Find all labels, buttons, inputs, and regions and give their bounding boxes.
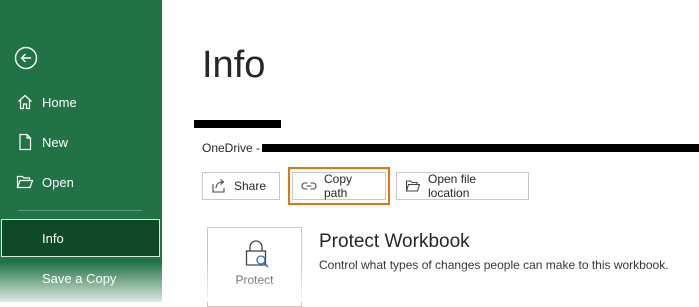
- open-file-location-button-label: Open file location: [428, 172, 477, 200]
- sidebar-item-info[interactable]: Info: [1, 219, 160, 257]
- sidebar-item-new[interactable]: New: [0, 123, 162, 161]
- sidebar-item-label: Info: [42, 230, 64, 246]
- sidebar-item-label: Home: [42, 94, 77, 110]
- redaction-bar: [194, 120, 281, 128]
- backstage-sidebar: Home New Open Info Save a Copy: [0, 0, 162, 302]
- highlight-box: [288, 167, 390, 205]
- sidebar-item-home[interactable]: Home: [0, 83, 162, 121]
- sidebar-item-label: Open: [42, 174, 74, 190]
- sidebar-item-save-a-copy[interactable]: Save a Copy: [0, 259, 162, 297]
- share-button-label: Share: [234, 179, 267, 193]
- sidebar-item-label: Save a Copy: [42, 270, 117, 286]
- redaction-bar: [262, 144, 699, 152]
- open-file-location-button[interactable]: Open file location: [396, 172, 529, 200]
- new-file-icon: [16, 133, 34, 151]
- protect-button-label: Protect: [235, 273, 274, 287]
- folder-open-icon: [405, 178, 421, 194]
- protect-workbook-heading: Protect Workbook: [319, 231, 470, 252]
- home-icon: [16, 93, 34, 111]
- back-arrow-icon[interactable]: [14, 46, 38, 70]
- protect-workbook-button[interactable]: Protect: [207, 227, 302, 307]
- page-title: Info: [202, 44, 266, 86]
- protect-workbook-description: Control what types of changes people can…: [319, 258, 669, 272]
- file-location: OneDrive -: [202, 141, 261, 155]
- lock-magnifier-icon: [241, 238, 271, 268]
- share-icon: [211, 178, 227, 194]
- share-button[interactable]: Share: [202, 172, 280, 200]
- sidebar-item-open[interactable]: Open: [0, 163, 162, 201]
- folder-open-icon: [16, 173, 34, 191]
- sidebar-item-label: New: [42, 134, 69, 150]
- sidebar-divider: [18, 210, 142, 211]
